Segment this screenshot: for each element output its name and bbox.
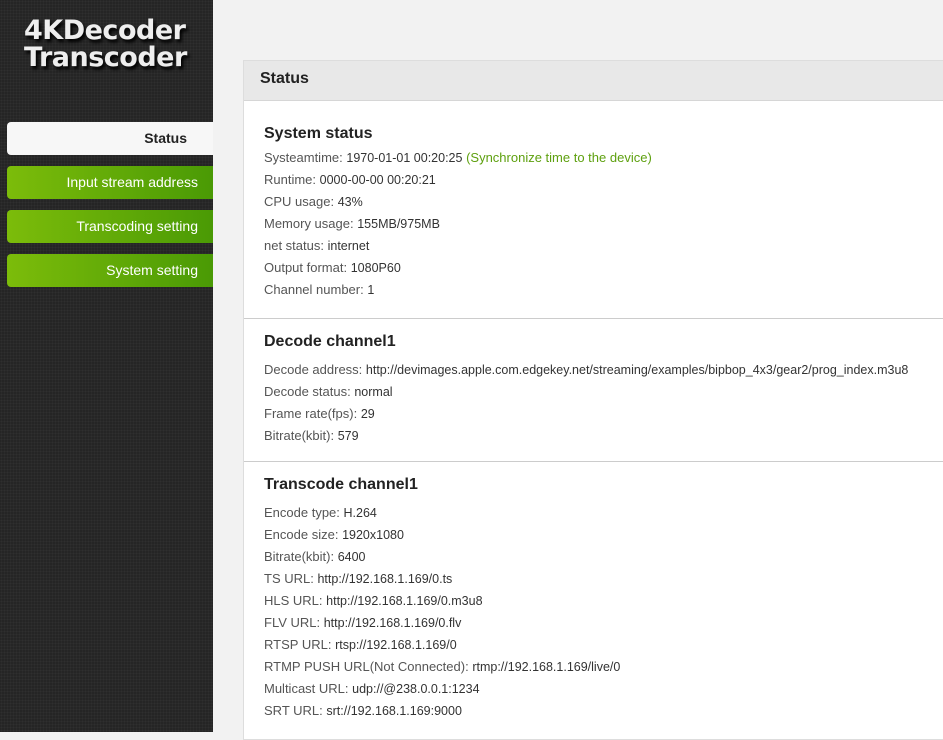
status-row: Channel number: 1 <box>264 283 932 305</box>
row-value: internet <box>327 239 370 253</box>
status-panel: Status System status Systeamtime: 1970-01… <box>243 60 943 740</box>
status-row: Runtime: 0000-00-00 00:20:21 <box>264 173 932 195</box>
row-value: 1080P60 <box>350 261 401 275</box>
row-value: 579 <box>337 429 359 443</box>
status-row: TS URL: http://192.168.1.169/0.ts <box>264 572 932 594</box>
status-row: Multicast URL: udp://@238.0.0.1:1234 <box>264 682 932 704</box>
status-row: Decode status: normal <box>264 385 932 407</box>
row-label: Decode status: <box>264 384 351 399</box>
row-value: 29 <box>360 407 375 421</box>
row-label: Memory usage: <box>264 216 354 231</box>
row-value: udp://@238.0.0.1:1234 <box>352 682 480 696</box>
row-value: http://192.168.1.169/0.ts <box>317 572 453 586</box>
sidebar: 4KDecoder Transcoder Status Input stream … <box>0 0 213 732</box>
row-label: Channel number: <box>264 282 364 297</box>
row-label: HLS URL: <box>264 593 323 608</box>
row-label: RTMP PUSH URL(Not Connected): <box>264 659 469 674</box>
row-label: net status: <box>264 238 324 253</box>
row-label: FLV URL: <box>264 615 321 630</box>
logo: 4KDecoder Transcoder <box>24 17 187 71</box>
transcode-channel-section: Transcode channel1 Encode type: H.264 Enco… <box>244 462 943 726</box>
row-value: 0000-00-00 00:20:21 <box>319 173 436 187</box>
status-row: Bitrate(kbit): 6400 <box>264 550 932 572</box>
row-label: RTSP URL: <box>264 637 332 652</box>
row-label: Bitrate(kbit): <box>264 428 335 443</box>
row-label: Encode size: <box>264 527 339 542</box>
nav-transcoding-setting[interactable]: Transcoding setting <box>7 210 213 243</box>
panel-title: Status <box>244 61 943 101</box>
status-row: net status: internet <box>264 239 932 261</box>
status-row: Systeamtime: 1970-01-01 00:20:25 (Synchr… <box>264 151 932 173</box>
sync-time-link[interactable]: (Synchronize time to the device) <box>466 150 652 165</box>
row-label: SRT URL: <box>264 703 323 718</box>
status-row: Bitrate(kbit): 579 <box>264 429 932 451</box>
status-row: RTSP URL: rtsp://192.168.1.169/0 <box>264 638 932 660</box>
row-value: 1 <box>367 283 375 297</box>
section-title: Decode channel1 <box>264 333 396 350</box>
row-value: rtsp://192.168.1.169/0 <box>335 638 457 652</box>
row-label: Runtime: <box>264 172 317 187</box>
status-row: HLS URL: http://192.168.1.169/0.m3u8 <box>264 594 932 616</box>
system-status-section: System status Systeamtime: 1970-01-01 00:… <box>244 101 943 319</box>
row-label: Bitrate(kbit): <box>264 549 335 564</box>
section-title: Transcode channel1 <box>264 476 418 493</box>
status-row: Encode size: 1920x1080 <box>264 528 932 550</box>
row-value: 1920x1080 <box>342 528 404 542</box>
nav-status[interactable]: Status <box>7 122 213 155</box>
status-row: Encode type: H.264 <box>264 506 932 528</box>
row-label: Encode type: <box>264 505 340 520</box>
row-value: srt://192.168.1.169:9000 <box>326 704 462 718</box>
status-row: SRT URL: srt://192.168.1.169:9000 <box>264 704 932 726</box>
row-value: 155MB/975MB <box>357 217 440 231</box>
logo-line2: Transcoder <box>24 42 187 73</box>
nav-system-setting[interactable]: System setting <box>7 254 213 287</box>
row-value: http://192.168.1.169/0.flv <box>323 616 462 630</box>
status-row: FLV URL: http://192.168.1.169/0.flv <box>264 616 932 638</box>
nav-input-stream-address[interactable]: Input stream address <box>7 166 213 199</box>
row-value: 43% <box>337 195 363 209</box>
row-value: normal <box>354 385 393 399</box>
row-value: http://devimages.apple.com.edgekey.net/s… <box>365 363 909 377</box>
status-row: Memory usage: 155MB/975MB <box>264 217 932 239</box>
row-value: rtmp://192.168.1.169/live/0 <box>472 660 621 674</box>
row-label: Frame rate(fps): <box>264 406 358 421</box>
row-label: CPU usage: <box>264 194 335 209</box>
row-label: Output format: <box>264 260 348 275</box>
row-value: 1970-01-01 00:20:25 <box>346 151 463 165</box>
logo-line1: 4KDecoder <box>24 15 186 46</box>
status-row: Output format: 1080P60 <box>264 261 932 283</box>
row-value: H.264 <box>343 506 377 520</box>
status-row: Decode address: http://devimages.apple.c… <box>264 363 932 385</box>
section-title: System status <box>264 125 373 142</box>
row-label: Systeamtime: <box>264 150 343 165</box>
row-label: Multicast URL: <box>264 681 349 696</box>
status-row: RTMP PUSH URL(Not Connected): rtmp://192… <box>264 660 932 682</box>
row-value: 6400 <box>337 550 366 564</box>
decode-channel-section: Decode channel1 Decode address: http://de… <box>244 319 943 462</box>
status-row: Frame rate(fps): 29 <box>264 407 932 429</box>
status-row: CPU usage: 43% <box>264 195 932 217</box>
row-label: TS URL: <box>264 571 314 586</box>
row-value: http://192.168.1.169/0.m3u8 <box>326 594 483 608</box>
row-label: Decode address: <box>264 362 363 377</box>
